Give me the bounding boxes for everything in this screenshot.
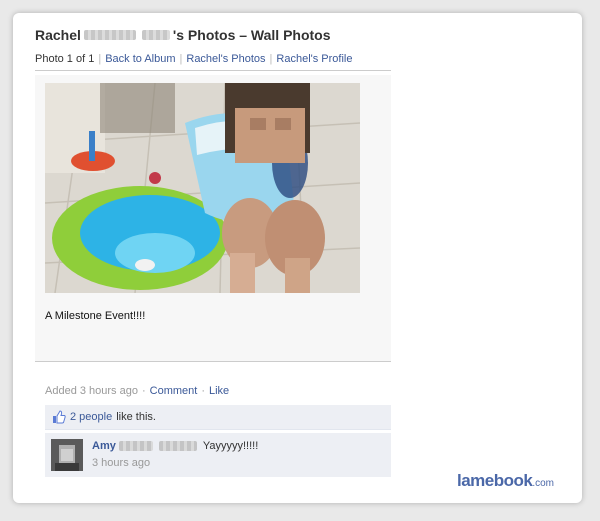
comment-text: Yayyyyy!!!!! [202, 440, 259, 452]
photo-image [45, 83, 360, 293]
like-suffix: like this. [116, 411, 156, 423]
thumbs-up-icon [52, 410, 66, 424]
redacted-name-block [83, 30, 136, 40]
photo-count: Photo 1 of 1 [35, 53, 95, 65]
brand-suffix: .com [532, 478, 554, 489]
post-meta: Added 3 hours ago · Comment · Like [45, 385, 229, 397]
nav-separator: | [179, 53, 183, 65]
comment-author-link[interactable]: Amy [92, 440, 116, 452]
redacted-name-block [158, 441, 197, 451]
added-time: Added 3 hours ago [45, 385, 138, 397]
photo-container: A Milestone Event!!!! [35, 75, 391, 362]
redacted-name-block [141, 30, 170, 40]
meta-separator: · [141, 385, 146, 397]
page-title: Rachel 's Photos – Wall Photos [35, 27, 331, 43]
nav-separator: | [269, 53, 273, 65]
photo-card: Rachel 's Photos – Wall Photos Photo 1 o… [13, 13, 582, 503]
photo-nav: Photo 1 of 1 | Back to Album | Rachel's … [35, 53, 391, 71]
lamebook-watermark: lamebook.com [457, 471, 554, 491]
title-first-name: Rachel [35, 27, 81, 43]
nav-separator: | [98, 53, 102, 65]
likes-bar: 2 people like this. [45, 405, 391, 430]
comment-author-line: Amy Yayyyyy!!!!! [92, 440, 258, 452]
back-to-album-link[interactable]: Back to Album [105, 53, 175, 65]
meta-separator: · [201, 385, 205, 397]
avatar[interactable] [51, 439, 83, 471]
comment-link[interactable]: Comment [150, 385, 198, 397]
comment-item: Amy Yayyyyy!!!!! 3 hours ago [45, 433, 391, 477]
brand-name: lamebook [456, 471, 533, 490]
photo-caption: A Milestone Event!!!! [45, 310, 146, 322]
like-count-link[interactable]: 2 people [70, 411, 112, 423]
main-photo[interactable] [45, 83, 360, 293]
comment-time: 3 hours ago [92, 457, 151, 469]
redacted-name-block [118, 441, 153, 451]
title-rest: 's Photos – Wall Photos [172, 27, 331, 43]
like-link[interactable]: Like [209, 385, 229, 397]
photos-link[interactable]: Rachel's Photos [186, 53, 265, 65]
profile-link[interactable]: Rachel's Profile [276, 53, 352, 65]
